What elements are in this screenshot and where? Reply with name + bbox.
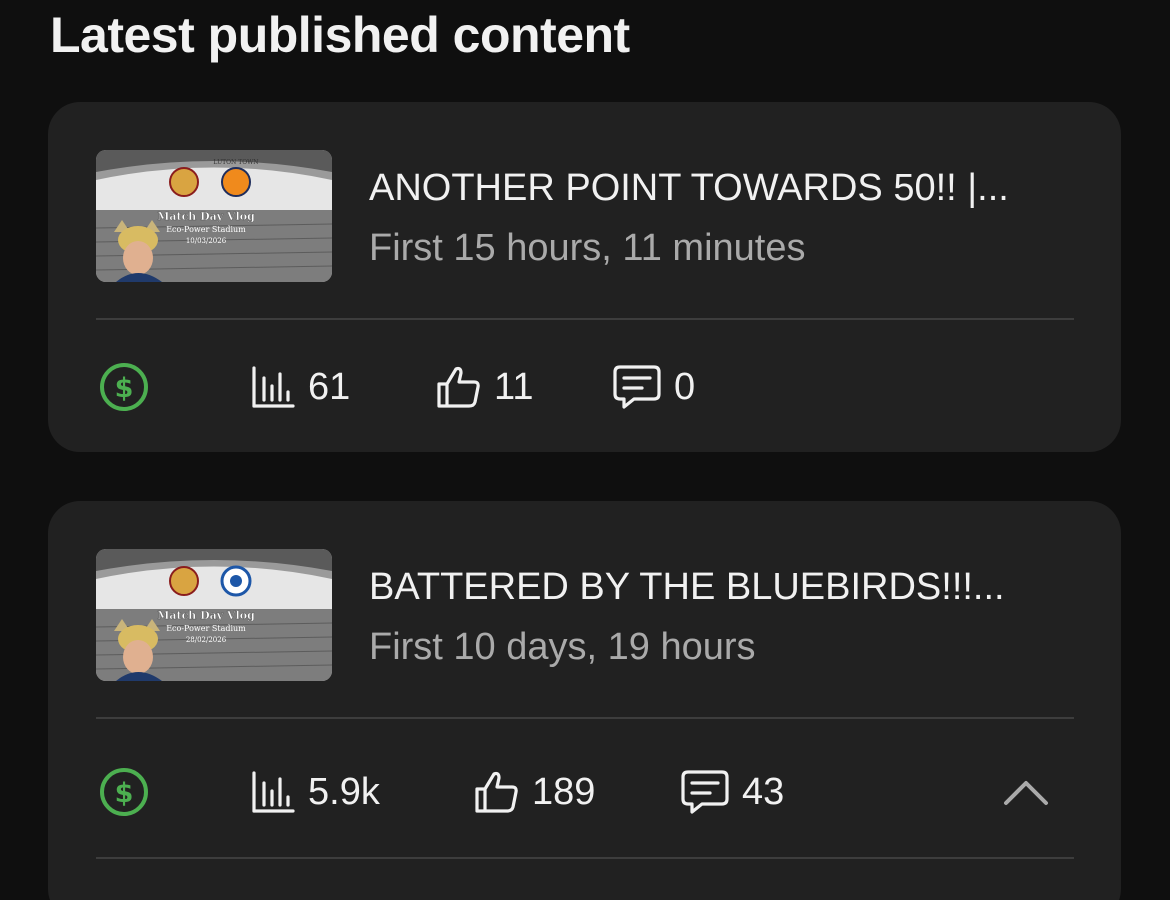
monetization-status[interactable]: $ <box>98 762 150 822</box>
card-divider <box>96 857 1074 859</box>
section-title: Latest published content <box>50 7 630 63</box>
dollar-circle-icon: $ <box>100 363 148 411</box>
video-meta: First 10 days, 19 hours <box>369 626 756 668</box>
comments-count: 43 <box>742 771 785 813</box>
views-stat[interactable]: 5.9k <box>250 762 380 822</box>
stats-row: $ 61 11 0 <box>96 357 1076 417</box>
svg-text:$: $ <box>115 373 134 404</box>
thumbs-up-icon <box>475 771 518 813</box>
thumbs-up-icon <box>437 366 480 408</box>
likes-stat[interactable]: 189 <box>472 762 595 822</box>
likes-count: 11 <box>494 366 534 408</box>
thumbnail-stadium: Eco-Power Stadium <box>166 624 246 633</box>
comments-stat[interactable]: 0 <box>612 357 695 417</box>
comment-icon <box>681 770 729 814</box>
latest-content-screen: Latest published content LUTON TOWN Matc… <box>0 0 1170 900</box>
comment-icon <box>613 365 661 409</box>
dollar-circle-icon: $ <box>100 768 148 816</box>
comments-stat[interactable]: 43 <box>680 762 784 822</box>
card-divider <box>96 717 1074 719</box>
thumbnail-date: 28/02/2026 <box>186 636 227 644</box>
thumbnail-date: 10/03/2026 <box>186 237 227 245</box>
svg-text:$: $ <box>115 778 134 809</box>
video-meta: First 15 hours, 11 minutes <box>369 227 806 269</box>
bar-chart-icon <box>252 366 295 408</box>
monetization-status[interactable]: $ <box>98 357 150 417</box>
video-card[interactable]: Match Day Vlog Eco-Power Stadium 28/02/2… <box>48 501 1121 900</box>
likes-count: 189 <box>532 771 596 813</box>
chevron-up-icon <box>1004 781 1048 805</box>
thumbnail-stadium: Eco-Power Stadium <box>166 225 246 234</box>
video-thumbnail[interactable]: LUTON TOWN Match Day Vlog Eco-Power Stad… <box>96 150 332 282</box>
thumbnail-vlog-title: Match Day Vlog <box>157 210 255 223</box>
views-count: 61 <box>308 366 351 408</box>
card-divider <box>96 318 1074 320</box>
video-thumbnail[interactable]: Match Day Vlog Eco-Power Stadium 28/02/2… <box>96 549 332 681</box>
video-card[interactable]: LUTON TOWN Match Day Vlog Eco-Power Stad… <box>48 102 1121 452</box>
thumbnail-badge-text: LUTON TOWN <box>213 159 258 166</box>
stats-row: $ 5.9k 189 43 <box>96 762 1076 822</box>
likes-stat[interactable]: 11 <box>434 357 533 417</box>
video-title[interactable]: ANOTHER POINT TOWARDS 50!! |... <box>369 166 1069 210</box>
views-stat[interactable]: 61 <box>250 357 350 417</box>
bar-chart-icon <box>252 771 295 813</box>
collapse-button[interactable] <box>996 762 1056 822</box>
comments-count: 0 <box>674 366 696 408</box>
video-title[interactable]: BATTERED BY THE BLUEBIRDS!!!... <box>369 565 1069 609</box>
views-count: 5.9k <box>308 771 380 813</box>
thumbnail-vlog-title: Match Day Vlog <box>157 609 255 622</box>
